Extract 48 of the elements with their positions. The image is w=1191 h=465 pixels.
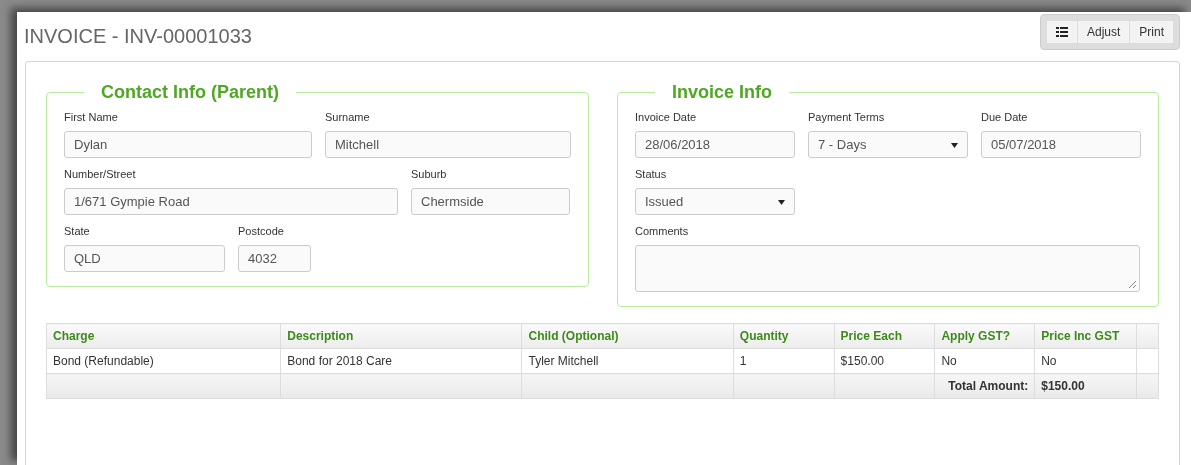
field-label: State — [64, 225, 91, 237]
column-header: Child (Optional) — [522, 323, 734, 349]
field-label: Suburb — [411, 168, 448, 180]
list-icon — [1055, 27, 1068, 37]
column-header: Description — [280, 323, 522, 349]
column-header: Quantity — [733, 323, 835, 349]
table-cell: No — [1034, 348, 1137, 374]
total-label: Total Amount: — [934, 373, 1035, 399]
list-view-button[interactable] — [1046, 21, 1078, 43]
caret-icon — [778, 198, 785, 205]
column-header: Apply GST? — [934, 323, 1035, 349]
column-header: Price Each — [834, 323, 935, 349]
toolbar-button[interactable]: Print — [1130, 21, 1173, 43]
column-header: Price Inc GST — [1034, 323, 1137, 349]
input-field[interactable]: QLD — [64, 245, 225, 272]
field-label: Due Date — [981, 111, 1029, 123]
total-value: $150.00 — [1034, 373, 1137, 399]
field-label: Number/Street — [64, 168, 137, 180]
input-field[interactable]: Dylan — [64, 131, 312, 158]
section-heading: Invoice Info — [671, 82, 773, 103]
table-cell: 1 — [733, 348, 835, 374]
input-field[interactable]: Chermside — [411, 188, 570, 215]
select-field[interactable]: Issued — [635, 188, 795, 215]
section-heading: Contact Info (Parent) — [100, 82, 280, 103]
table-cell: Tyler Mitchell — [522, 348, 734, 374]
table-cell: Bond (Refundable) — [46, 348, 281, 374]
field-label: Status — [635, 168, 668, 180]
page-title: INVOICE - INV-00001033 — [24, 25, 252, 48]
table-cell: $150.00 — [834, 348, 935, 374]
input-field[interactable]: Mitchell — [325, 131, 571, 158]
comments-field[interactable] — [635, 245, 1140, 292]
field-label: Invoice Date — [635, 111, 698, 123]
select-field[interactable]: 7 - Days — [808, 131, 968, 158]
caret-icon — [951, 141, 958, 148]
field-label: Comments — [635, 225, 690, 237]
input-field[interactable]: 28/06/2018 — [635, 131, 795, 158]
field-label: Postcode — [238, 225, 285, 237]
input-field[interactable]: 4032 — [238, 245, 311, 272]
input-field[interactable]: 05/07/2018 — [981, 131, 1141, 158]
input-field[interactable]: 1/671 Gympie Road — [64, 188, 398, 215]
field-label: First Name — [64, 111, 119, 123]
field-label: Payment Terms — [808, 111, 886, 123]
column-header: Charge — [46, 323, 281, 349]
field-label: Surname — [325, 111, 371, 123]
table-cell: No — [934, 348, 1035, 374]
resize-grip-icon — [1129, 281, 1136, 288]
table-cell: Bond for 2018 Care — [280, 348, 522, 374]
toolbar-button[interactable]: Adjust — [1077, 21, 1131, 43]
